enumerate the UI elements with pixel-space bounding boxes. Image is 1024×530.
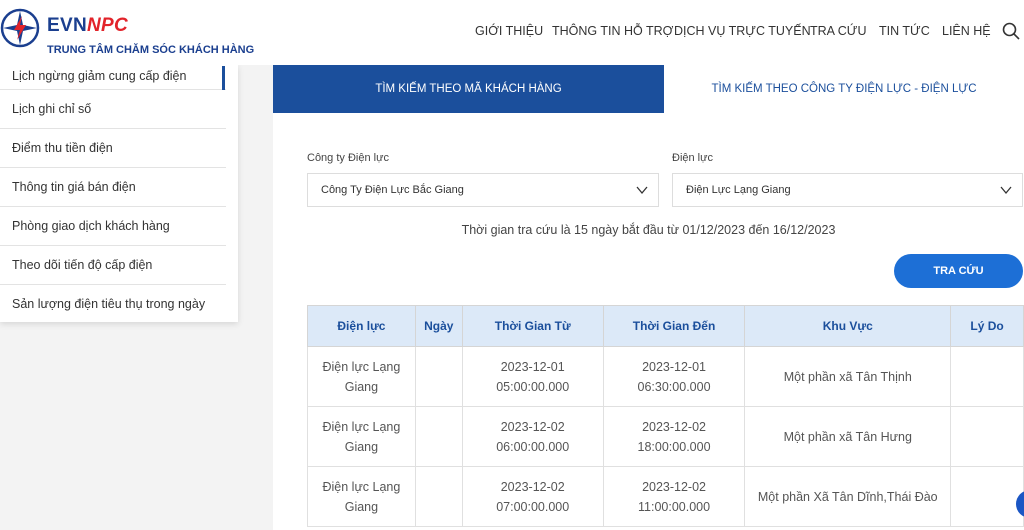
chevron-down-icon [1000, 186, 1012, 195]
cell-dien-luc: Điện lực Lạng Giang [307, 346, 416, 407]
cell-text: 2023-12-02 [642, 419, 707, 434]
cell-ly-do [950, 406, 1024, 467]
cell-thoi-gian-tu: 2023-12-01 05:00:00.000 [461, 346, 604, 407]
cell-ngay [414, 346, 463, 407]
cell-text: Giang [344, 379, 379, 394]
chevron-down-icon [636, 186, 648, 195]
cell-ly-do [950, 466, 1024, 527]
col-ngay: Ngày [414, 305, 463, 347]
unit-select-value: Điện Lực Lạng Giang [686, 184, 791, 196]
brand-logo-text[interactable]: EVNNPC [47, 16, 128, 35]
cell-text: Giang [344, 499, 379, 514]
table-row: Điện lực Lạng Giang 2023-12-01 05:00:00.00… [307, 346, 1024, 407]
search-icon[interactable] [1002, 22, 1020, 40]
nav-tra-cuu[interactable]: TRA CỨU [810, 24, 867, 38]
cell-text: Điện lực Lạng [322, 359, 401, 374]
evn-logo-icon[interactable] [0, 8, 40, 48]
sidebar-item-gia-ban-dien[interactable]: Thông tin giá bán điện [0, 168, 226, 207]
company-select[interactable]: Công Ty Điện Lực Bắc Giang [307, 173, 659, 207]
cell-thoi-gian-den: 2023-12-02 18:00:00.000 [602, 406, 746, 467]
cell-text: 05:00:00.000 [496, 379, 570, 394]
sidebar-item-label: Theo dõi tiến độ cấp điện [12, 258, 153, 272]
cell-khu-vuc: Một phần Xã Tân Dĩnh,Thái Đào [744, 466, 952, 527]
cell-ngay [414, 406, 463, 467]
col-khu-vuc: Khu Vực [744, 305, 952, 347]
nav-thong-tin-ho-tro[interactable]: THÔNG TIN HỖ TRỢ [552, 24, 673, 38]
sidebar-item-lich-ghi-chi-so[interactable]: Lịch ghi chỉ số [0, 90, 226, 129]
col-thoi-gian-den: Thời Gian Đến [602, 305, 746, 347]
cell-thoi-gian-tu: 2023-12-02 07:00:00.000 [461, 466, 604, 527]
cell-khu-vuc: Một phần xã Tân Thịnh [744, 346, 952, 407]
tab-search-by-customer-code[interactable]: Tìm kiếm theo mã khách hàng [273, 65, 664, 113]
results-table: Điện lực Ngày Thời Gian Từ Thời Gian Đến… [307, 305, 1024, 527]
col-thoi-gian-tu: Thời Gian Từ [461, 305, 604, 347]
sidebar-item-label: Lịch ngừng giảm cung cấp điện [12, 69, 187, 83]
cell-ly-do [950, 346, 1024, 407]
company-label: Công ty Điện lực [307, 152, 389, 164]
cell-text: 2023-12-02 [642, 479, 707, 494]
nav-lien-he[interactable]: LIÊN HỆ [942, 24, 991, 38]
cell-text: 07:00:00.000 [496, 499, 570, 514]
tab-search-by-company[interactable]: Tìm kiếm theo công ty điện lực - điện lự… [664, 65, 1024, 113]
cell-dien-luc: Điện lực Lạng Giang [307, 466, 416, 527]
search-button[interactable]: TRA CỨU [894, 254, 1023, 288]
cell-thoi-gian-den: 2023-12-01 06:30:00.000 [602, 346, 746, 407]
cell-ngay [414, 466, 463, 527]
cell-text: 06:30:00.000 [637, 379, 711, 394]
sidebar-menu: Lịch ngừng giảm cung cấp điện Lịch ghi c… [0, 65, 238, 322]
brand-evn: EVN [47, 15, 87, 36]
sidebar-item-label: Sản lượng điện tiêu thụ trong ngày [12, 296, 206, 311]
cell-thoi-gian-den: 2023-12-02 11:00:00.000 [602, 466, 746, 527]
cell-text: Giang [344, 439, 379, 454]
table-header-row: Điện lực Ngày Thời Gian Từ Thời Gian Đến… [307, 305, 1024, 347]
sidebar-item-phong-giao-dich[interactable]: Phòng giao dịch khách hàng [0, 207, 226, 246]
site-header: EVNNPC TRUNG TÂM CHĂM SÓC KHÁCH HÀNG GIỚ… [0, 0, 1024, 65]
cell-dien-luc: Điện lực Lạng Giang [307, 406, 416, 467]
sidebar-item-label: Lịch ghi chỉ số [12, 102, 92, 116]
cell-text: 2023-12-01 [500, 359, 565, 374]
cell-text: 11:00:00.000 [638, 499, 711, 514]
cell-thoi-gian-tu: 2023-12-02 06:00:00.000 [461, 406, 604, 467]
sidebar-item-label: Phòng giao dịch khách hàng [12, 219, 170, 233]
table-row: Điện lực Lạng Giang 2023-12-02 07:00:00.00… [307, 466, 1024, 527]
nav-dich-vu-truc-tuyen[interactable]: DỊCH VỤ TRỰC TUYẾN [674, 24, 811, 38]
cell-khu-vuc: Một phần xã Tân Hưng [744, 406, 952, 467]
cell-text: 2023-12-01 [642, 359, 707, 374]
nav-gioi-thieu[interactable]: GIỚI THIỆU [475, 24, 543, 38]
cell-text: 18:00:00.000 [637, 439, 711, 454]
cell-text: 2023-12-02 [500, 479, 565, 494]
cell-text: Điện lực Lạng [322, 479, 401, 494]
cell-text: 2023-12-02 [500, 419, 565, 434]
sidebar-item-tien-do-cap-dien[interactable]: Theo dõi tiến độ cấp điện [0, 246, 226, 285]
sidebar-item-diem-thu-tien[interactable]: Điểm thu tiền điện [0, 129, 226, 168]
nav-tin-tuc[interactable]: TIN TỨC [879, 24, 930, 38]
table-row: Điện lực Lạng Giang 2023-12-02 06:00:00.00… [307, 406, 1024, 467]
unit-select[interactable]: Điện Lực Lạng Giang [672, 173, 1023, 207]
company-select-value: Công Ty Điện Lực Bắc Giang [321, 184, 464, 196]
brand-subtitle: TRUNG TÂM CHĂM SÓC KHÁCH HÀNG [47, 44, 255, 56]
active-indicator [222, 66, 225, 90]
sidebar-item-san-luong[interactable]: Sản lượng điện tiêu thụ trong ngày [0, 285, 226, 322]
unit-label: Điện lực [672, 152, 713, 164]
brand-npc: NPC [86, 15, 128, 36]
col-ly-do: Lý Do [950, 305, 1024, 347]
cell-text: Điện lực Lạng [322, 419, 401, 434]
sidebar-item-label: Thông tin giá bán điện [12, 180, 136, 194]
cell-text: 06:00:00.000 [496, 439, 570, 454]
col-dien-luc: Điện lực [307, 305, 416, 347]
sidebar-item-label: Điểm thu tiền điện [12, 141, 113, 155]
date-range-info: Thời gian tra cứu là 15 ngày bắt đầu từ … [461, 223, 836, 237]
